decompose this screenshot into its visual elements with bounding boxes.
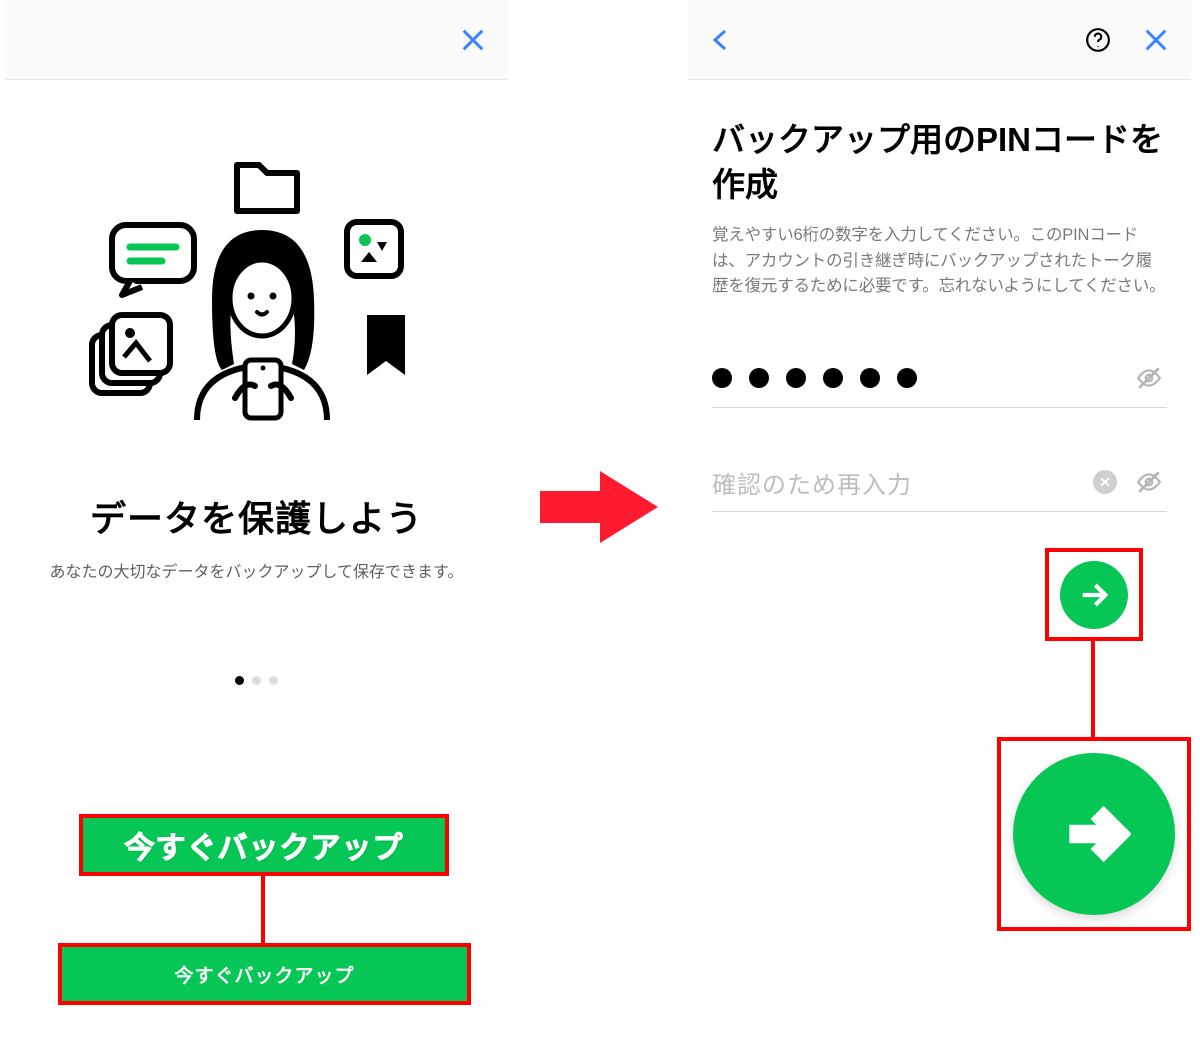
navbar: [688, 0, 1191, 80]
tutorial-two-screens: データを保護しよう あなたの大切なデータをバックアップして保存できます。 今すぐ…: [0, 0, 1200, 1059]
clear-icon[interactable]: [1093, 470, 1117, 494]
callout-backup-now: 今すぐバックアップ: [79, 814, 449, 876]
backup-now-button[interactable]: 今すぐバックアップ: [58, 943, 471, 1005]
callout-label: 今すぐバックアップ: [125, 823, 404, 867]
screen-backup-intro: データを保護しよう あなたの大切なデータをバックアップして保存できます。 今すぐ…: [5, 0, 508, 1059]
next-button-zoom[interactable]: [1013, 753, 1175, 915]
pin-input[interactable]: [712, 350, 1167, 408]
page-indicator: [5, 676, 508, 685]
intro-subtitle: あなたの大切なデータをバックアップして保存できます。: [5, 560, 508, 586]
intro-title: データを保護しよう: [5, 490, 508, 542]
page-dot-1: [235, 676, 244, 685]
pin-confirm-input[interactable]: 確認のため再入力: [712, 454, 1167, 512]
back-icon[interactable]: [706, 23, 736, 57]
pin-confirm-placeholder: 確認のため再入力: [712, 465, 912, 500]
flow-arrow-icon: [540, 467, 660, 547]
annotation-next-button-large: [997, 737, 1191, 931]
next-button[interactable]: [1060, 561, 1128, 629]
navbar: [5, 0, 508, 80]
pin-title: バックアップ用のPINコードを作成: [712, 118, 1167, 207]
illustration: [5, 150, 508, 470]
page-dot-3: [269, 676, 278, 685]
close-icon[interactable]: [1139, 23, 1173, 57]
annotation-next-button-small: [1045, 548, 1143, 641]
pin-form: バックアップ用のPINコードを作成 覚えやすい6桁の数字を入力してください。この…: [688, 80, 1191, 512]
annotation-connector: [1091, 641, 1095, 737]
pin-confirm-actions: [1093, 468, 1163, 496]
help-icon[interactable]: [1083, 25, 1113, 55]
backup-now-button-label: 今すぐバックアップ: [174, 961, 354, 988]
pin-description: 覚えやすい6桁の数字を入力してください。このPINコードは、アカウントの引き継ぎ…: [712, 223, 1167, 300]
pin-masked-value: [712, 368, 917, 388]
annotation-connector: [261, 876, 265, 943]
page-dot-2: [252, 676, 261, 685]
toggle-visibility-icon[interactable]: [1135, 364, 1163, 392]
toggle-visibility-icon[interactable]: [1135, 468, 1163, 496]
close-icon[interactable]: [456, 23, 490, 57]
navbar-actions: [1083, 23, 1173, 57]
